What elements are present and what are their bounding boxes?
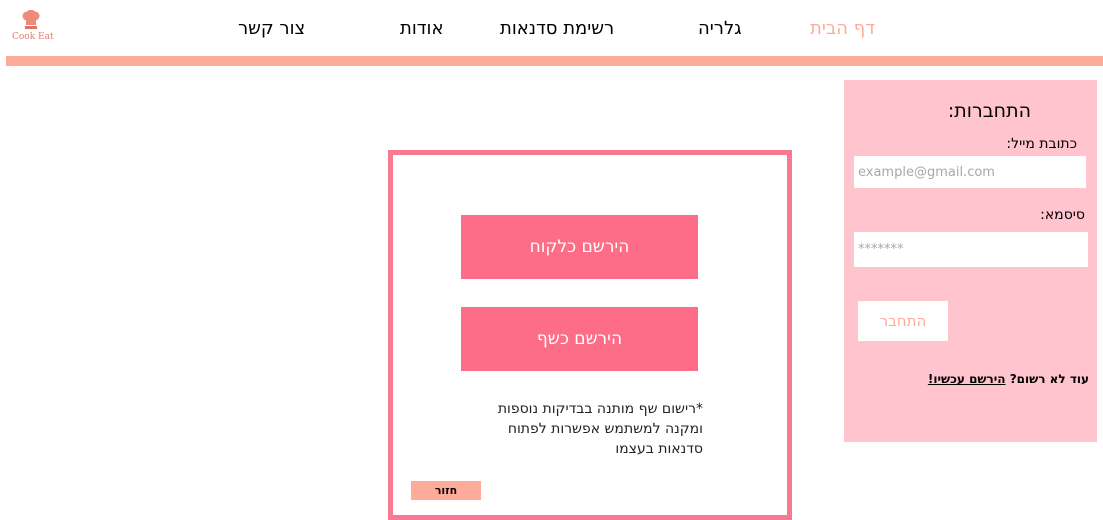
nav-home[interactable]: דף הבית: [810, 18, 875, 39]
not-registered-text: עוד לא רשום?: [1009, 372, 1089, 386]
login-button[interactable]: התחבר: [858, 301, 948, 341]
register-client-button[interactable]: הירשם כלקוח: [461, 215, 698, 279]
password-input[interactable]: [853, 231, 1089, 268]
password-label: סיסמא:: [1040, 207, 1085, 223]
nav-divider: [6, 56, 1103, 66]
nav-about[interactable]: אודות: [400, 18, 444, 39]
email-input[interactable]: [853, 155, 1087, 189]
logo[interactable]: Cook Eat: [12, 8, 54, 48]
back-button[interactable]: חזור: [411, 481, 481, 500]
login-title: התחברות:: [947, 100, 1031, 122]
top-nav: Cook Eat דף הבית גלריה רשימת סדנאות אודו…: [0, 0, 1103, 58]
nav-contact[interactable]: צור קשר: [238, 18, 305, 39]
register-card: הירשם כלקוח הירשם כשף *רישום שף מותנה בב…: [388, 150, 792, 520]
register-prompt: עוד לא רשום? הירשם עכשיו!: [928, 372, 1089, 386]
email-label: כתובת מייל:: [1006, 136, 1077, 152]
chef-hat-icon: [22, 10, 40, 29]
register-chef-button[interactable]: הירשם כשף: [461, 307, 698, 371]
chef-registration-note: *רישום שף מותנה בבדיקות נוספות ומקנה למש…: [497, 401, 703, 457]
register-now-link[interactable]: הירשם עכשיו!: [928, 372, 1006, 386]
logo-text: Cook Eat: [12, 32, 54, 42]
nav-workshops[interactable]: רשימת סדנאות: [500, 18, 614, 39]
nav-gallery[interactable]: גלריה: [698, 18, 742, 39]
login-panel: התחברות: כתובת מייל: סיסמא: התחבר עוד לא…: [844, 80, 1097, 442]
